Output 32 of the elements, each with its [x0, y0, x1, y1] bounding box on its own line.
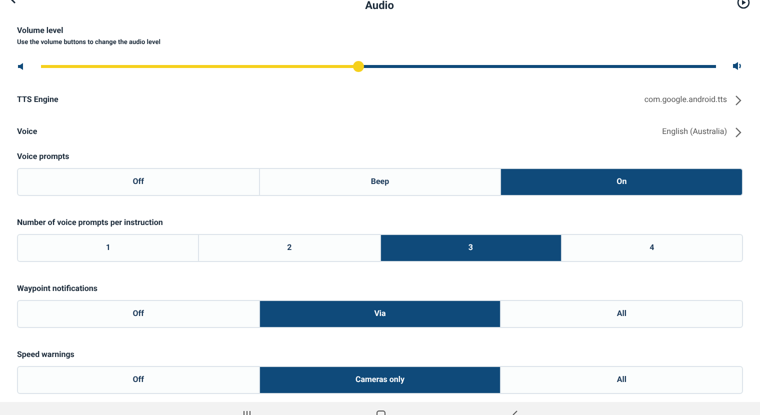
segment-option[interactable]: Via — [258, 301, 500, 327]
settings-row[interactable]: TTS Engine com.google.android.tts — [17, 84, 743, 116]
speaker-low-icon[interactable] — [17, 62, 25, 70]
chevron-right-icon — [735, 94, 742, 106]
group-label: Number of voice prompts per instruction — [17, 218, 164, 228]
segment-option[interactable]: Off — [18, 169, 259, 195]
segment-option[interactable]: All — [500, 367, 742, 393]
setting-value: com.google.android.tts — [644, 94, 727, 106]
group-label: Voice prompts — [17, 152, 70, 162]
segment-option[interactable]: 4 — [560, 235, 742, 261]
volume-label: Volume level — [17, 26, 64, 36]
chevron-right-icon — [735, 126, 742, 138]
settings-row[interactable]: Voice English (Australia) — [17, 116, 743, 148]
segment-option[interactable]: 3 — [380, 235, 561, 261]
back-icon[interactable] — [510, 410, 518, 415]
setting-value: English (Australia) — [662, 126, 727, 138]
group-label: Waypoint notifications — [17, 284, 99, 294]
volume-slider[interactable] — [41, 61, 716, 71]
segment-option[interactable]: Off — [18, 367, 259, 393]
slider-thumb[interactable] — [352, 60, 364, 72]
segment-option[interactable]: All — [500, 301, 742, 327]
setting-label: TTS Engine — [17, 94, 58, 106]
speaker-high-icon[interactable] — [732, 61, 743, 71]
group-label: Speed warnings — [17, 350, 76, 360]
segment-option[interactable]: 1 — [18, 235, 198, 261]
setting-label: Voice — [17, 126, 38, 138]
recent-apps-icon[interactable] — [242, 410, 252, 415]
page-title: Audio — [365, 0, 394, 11]
home-icon[interactable] — [376, 410, 386, 415]
segment-option[interactable]: Cameras only — [258, 367, 500, 393]
segment-option[interactable]: On — [500, 169, 742, 195]
segment-option[interactable]: Off — [18, 301, 259, 327]
